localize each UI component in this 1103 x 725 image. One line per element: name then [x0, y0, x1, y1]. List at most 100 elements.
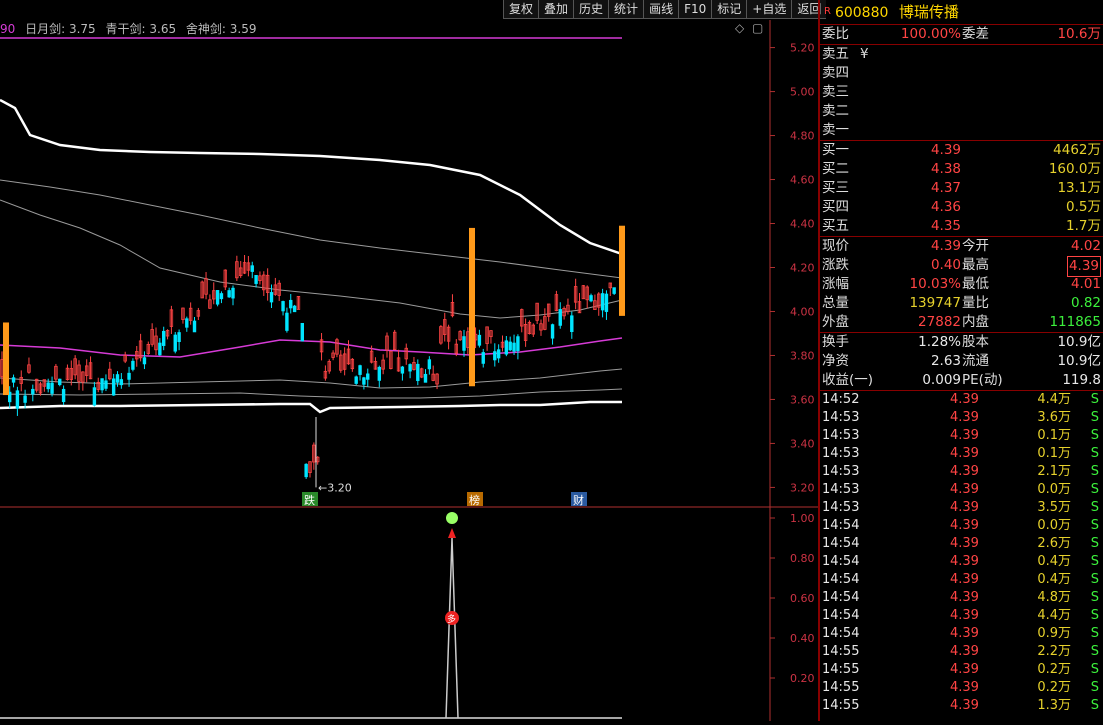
candle-body — [508, 341, 512, 351]
toolbar-button-4[interactable]: 画线 — [643, 0, 679, 19]
tick-flag: S — [1090, 392, 1099, 407]
price-tick-label: 4.60 — [790, 174, 815, 187]
tick-row: 14:53 4.39 3.6万 S — [820, 409, 1103, 427]
tick-list[interactable]: 14:52 4.39 4.4万 S 14:53 4.39 3.6万 S 14:53 4.39 0.1… — [820, 391, 1103, 715]
legend-item-sheshenjian: 舍神剑: 3.59 — [185, 22, 257, 36]
tick-price: 4.39 — [950, 572, 979, 587]
candle-body — [58, 378, 62, 386]
quote-value: 10.03% — [909, 276, 961, 292]
candle-body — [61, 388, 66, 403]
kline-chart[interactable]: 5.20 5.00 4.80 4.60 4.40 4.20 4.00 3.80 3.60 3.40… — [0, 0, 818, 721]
weibi-row: 委比 100.00% 委差 10.6万 — [820, 25, 1103, 45]
buy-label: 买四 — [822, 199, 849, 215]
sub-tick-label: 0.80 — [790, 552, 815, 565]
candle-body — [612, 287, 616, 294]
candle-body — [366, 373, 370, 380]
tick-volume: 4.8万 — [1037, 590, 1071, 605]
buy-row: 买三 4.37 13.1万 — [820, 179, 1103, 198]
candle-body — [31, 388, 35, 395]
tick-price: 4.39 — [950, 608, 979, 623]
weicha-label: 委差 — [962, 26, 989, 42]
toolbar-button-0[interactable]: 复权 — [503, 0, 539, 19]
tick-row: 14:54 4.39 0.9万 S — [820, 625, 1103, 643]
toolbar-button-5[interactable]: F10 — [678, 0, 712, 19]
fund-label: 换手 — [822, 334, 849, 350]
chart-toolbar: 复权 叠加 历史 统计 画线 F10 标记 +自选 返回 — [503, 0, 827, 19]
kline-svg[interactable]: 5.20 5.00 4.80 4.60 4.40 4.20 4.00 3.80 3.60 3.40… — [0, 0, 818, 721]
candle-body — [600, 293, 605, 311]
fund-row: 净资 2.63 流通 10.9亿 — [820, 352, 1103, 371]
candle-body — [173, 334, 177, 352]
candle-body — [92, 387, 97, 406]
candle-body — [285, 312, 289, 331]
buy-volume: 0.5万 — [1066, 199, 1101, 215]
tick-row: 14:52 4.39 4.4万 S — [820, 391, 1103, 409]
quote-label2: 最低 — [962, 276, 989, 292]
box-icon: ▢ — [752, 21, 763, 35]
candle-body — [400, 366, 405, 374]
weicha-value: 10.6万 — [1057, 26, 1101, 42]
tick-row: 14:54 4.39 2.6万 S — [820, 535, 1103, 553]
quote-label2: 量比 — [962, 295, 989, 311]
toolbar-button-2[interactable]: 历史 — [573, 0, 609, 19]
tick-row: 14:54 4.39 4.4万 S — [820, 607, 1103, 625]
sell-price: ¥ — [860, 46, 869, 62]
tick-volume: 3.6万 — [1037, 410, 1071, 425]
tick-volume: 4.4万 — [1037, 392, 1071, 407]
candle-body — [50, 382, 54, 394]
toolbar-button-1[interactable]: 叠加 — [538, 0, 574, 19]
quote-label: 总量 — [822, 295, 849, 311]
toolbar-button-6[interactable]: 标记 — [711, 0, 747, 19]
buy-row: 买五 4.35 1.7万 — [820, 217, 1103, 236]
buy-volume: 13.1万 — [1057, 180, 1101, 196]
tick-time: 14:53 — [822, 500, 860, 515]
stock-code: 600880 — [834, 5, 889, 21]
quote-label2: 最高 — [962, 257, 989, 273]
buy-volume: 1.7万 — [1066, 218, 1101, 234]
sell-label: 卖四 — [822, 65, 849, 81]
candle-body — [46, 382, 50, 390]
tick-volume: 0.4万 — [1037, 572, 1071, 587]
price-tick-label: 4.40 — [790, 218, 815, 231]
tick-flag: S — [1090, 680, 1099, 695]
tick-flag: S — [1090, 500, 1099, 515]
tick-flag: S — [1090, 662, 1099, 677]
candle-body — [477, 334, 482, 346]
tick-volume: 0.2万 — [1037, 680, 1071, 695]
tick-price: 4.39 — [950, 464, 979, 479]
fund-label2: 股本 — [962, 334, 989, 350]
tick-price: 4.39 — [950, 500, 979, 515]
quote-value: 4.39 — [930, 238, 961, 254]
tick-volume: 2.2万 — [1037, 644, 1071, 659]
quote-row: 外盘 27882 内盘 111865 — [820, 313, 1103, 332]
tick-flag: S — [1090, 410, 1099, 425]
quote-value2: 0.82 — [1070, 295, 1101, 311]
price-tick-label: 4.00 — [790, 305, 815, 318]
sell-label: 卖二 — [822, 103, 849, 119]
sell-label: 卖一 — [822, 122, 849, 138]
tick-price: 4.39 — [950, 590, 979, 605]
toolbar-button-7[interactable]: +自选 — [746, 0, 792, 19]
candle-body — [354, 376, 358, 384]
candle-body — [423, 373, 428, 383]
candle-body — [427, 359, 432, 370]
tick-time: 14:53 — [822, 446, 860, 461]
tick-flag: S — [1090, 590, 1099, 605]
buy-row: 买四 4.36 0.5万 — [820, 198, 1103, 217]
sell-label: 卖三 — [822, 84, 849, 100]
candle-body — [516, 336, 520, 352]
sub-tick-label: 0.60 — [790, 592, 815, 605]
candle-body — [589, 295, 593, 302]
fund-value2: 119.8 — [1062, 372, 1101, 388]
tick-price: 4.39 — [950, 680, 979, 695]
fund-value: 1.28% — [918, 334, 961, 350]
candle-body — [158, 342, 162, 356]
candle-body — [127, 372, 131, 380]
toolbar-button-3[interactable]: 统计 — [608, 0, 644, 19]
candle-body — [377, 366, 381, 381]
tick-flag: S — [1090, 446, 1099, 461]
tick-flag: S — [1090, 626, 1099, 641]
candle-body — [512, 342, 516, 352]
quote-row: 总量 139747 量比 0.82 — [820, 294, 1103, 313]
quote-stats: 现价 4.39 今开 4.02 涨跌 0.40 最高 4.39 涨幅 10.03% 最低 4.01 总量… — [820, 237, 1103, 333]
